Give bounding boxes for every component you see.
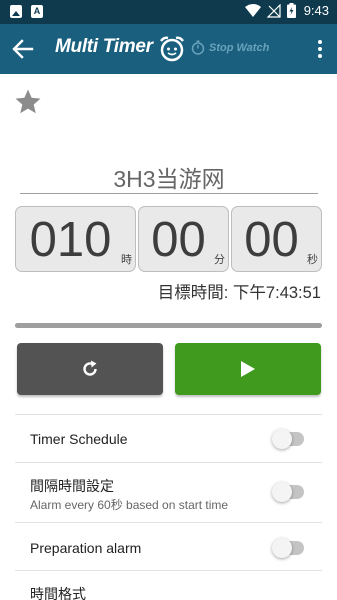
setting-time-format[interactable]: 時間格式 xyxy=(15,570,322,600)
setting-timer-schedule[interactable]: Timer Schedule xyxy=(15,414,322,462)
time-display: 010 時 00 分 00 秒 xyxy=(15,206,322,272)
progress-fill xyxy=(15,323,322,328)
refresh-icon xyxy=(83,360,97,376)
minutes-box[interactable]: 00 分 xyxy=(138,206,229,272)
battery-icon xyxy=(286,3,296,18)
setting-label: Timer Schedule xyxy=(30,431,128,447)
stopwatch-label: Stop Watch xyxy=(209,41,270,54)
timer-schedule-toggle[interactable] xyxy=(272,429,304,449)
hours-unit: 時 xyxy=(121,254,132,266)
app-bar: Multi Timer Stop Watch xyxy=(0,24,337,74)
status-time: 9:43 xyxy=(303,3,329,18)
wifi-icon xyxy=(244,3,261,17)
progress-bar xyxy=(15,323,322,328)
image-icon xyxy=(10,5,22,18)
seconds-value: 00 xyxy=(244,213,299,267)
target-time: 目標時間: 下午7:43:51 xyxy=(157,284,321,302)
app-title: Multi Timer xyxy=(55,36,153,57)
timer-name[interactable]: 3H3当游网 xyxy=(20,160,318,194)
interval-toggle[interactable] xyxy=(272,482,304,502)
seconds-box[interactable]: 00 秒 xyxy=(231,206,322,272)
alarm-clock-icon xyxy=(160,36,184,62)
setting-label: Preparation alarm xyxy=(30,540,142,556)
hours-box[interactable]: 010 時 xyxy=(15,206,136,272)
preparation-alarm-toggle[interactable] xyxy=(272,538,304,558)
setting-sublabel: Alarm every 60秒 based on start time xyxy=(30,498,229,512)
seconds-unit: 秒 xyxy=(307,254,318,266)
setting-label: 間隔時間設定 xyxy=(30,478,114,494)
a-icon: A xyxy=(31,5,43,18)
stopwatch-icon xyxy=(191,40,205,55)
setting-preparation-alarm[interactable]: Preparation alarm xyxy=(15,522,322,570)
stopwatch-tab[interactable]: Stop Watch xyxy=(191,40,269,55)
hours-value: 010 xyxy=(29,213,112,267)
overflow-menu-icon[interactable] xyxy=(313,38,327,60)
minutes-value: 00 xyxy=(151,213,206,267)
play-icon xyxy=(241,361,255,377)
status-bar: A 9:43 xyxy=(0,0,337,24)
settings-list: Timer Schedule 間隔時間設定 Alarm every 60秒 ba… xyxy=(15,414,322,600)
back-arrow-icon[interactable] xyxy=(10,37,36,61)
star-icon[interactable] xyxy=(13,87,43,117)
setting-interval[interactable]: 間隔時間設定 Alarm every 60秒 based on start ti… xyxy=(15,462,322,522)
start-button[interactable] xyxy=(175,343,321,395)
setting-label: 時間格式 xyxy=(30,586,86,600)
minutes-unit: 分 xyxy=(214,254,225,266)
reset-button[interactable] xyxy=(17,343,163,395)
no-signal-icon xyxy=(266,3,281,18)
